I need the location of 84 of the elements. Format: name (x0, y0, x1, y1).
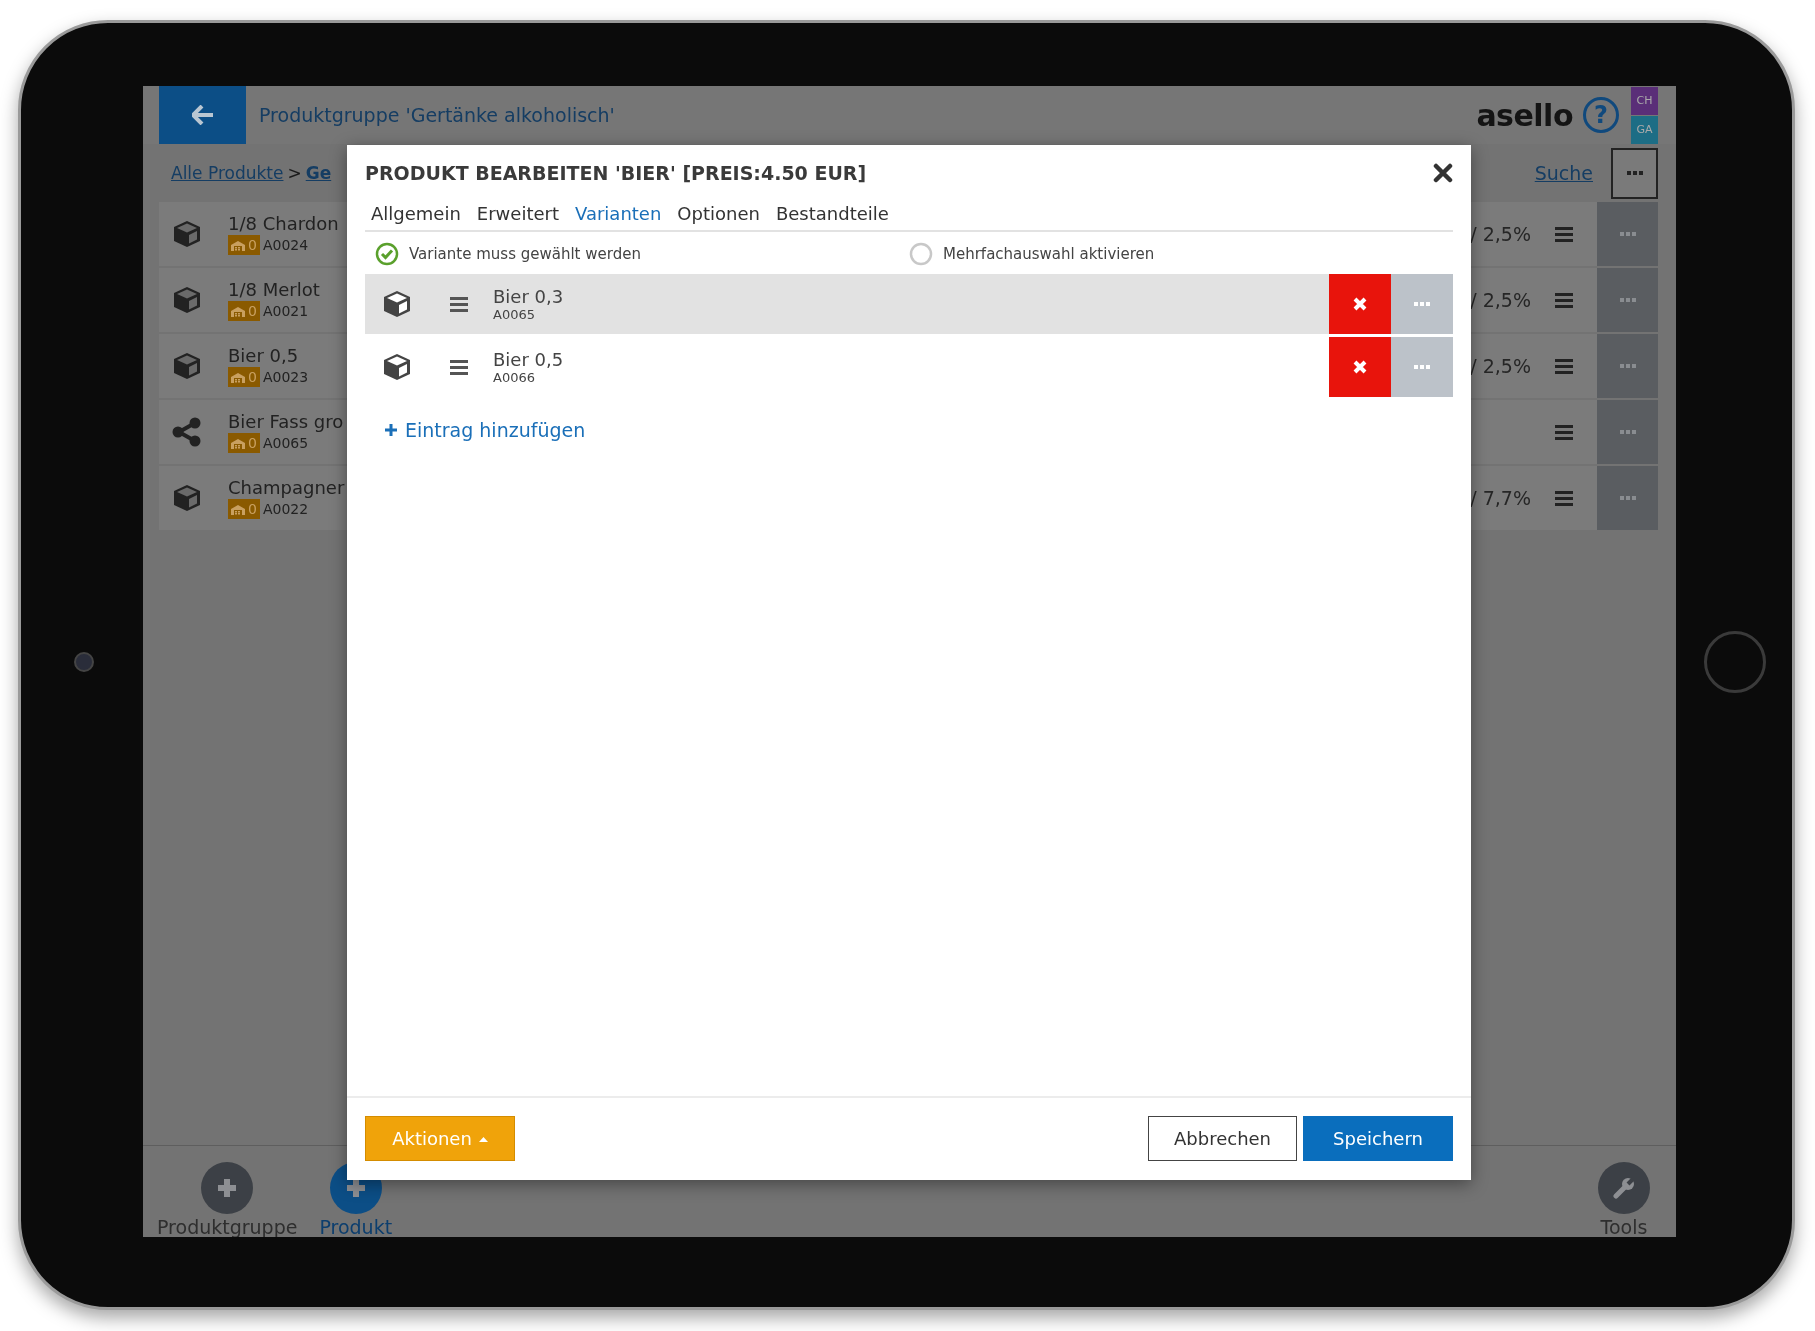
plus-icon (345, 1178, 366, 1198)
product-code: A0024 (262, 237, 309, 253)
product-name: Bier Fass gro (228, 411, 344, 432)
plus-icon (384, 423, 398, 437)
caret-icon (478, 1135, 488, 1142)
plus-icon (217, 1178, 238, 1198)
tab[interactable]: Bestandteile (769, 201, 895, 226)
stock-badge: 0 (228, 499, 260, 519)
tab[interactable]: Allgemein (365, 201, 467, 226)
variant-row[interactable]: Bier 0,3 A0065 (365, 274, 1453, 334)
back-button[interactable] (159, 86, 246, 144)
tax-rate: / 2,5% (1470, 289, 1531, 311)
unchecked-icon[interactable] (909, 242, 933, 266)
cube-icon (173, 352, 201, 380)
product-code: A0021 (262, 303, 309, 319)
variant-code: A0066 (493, 370, 536, 385)
variant-name: Bier 0,5 (493, 349, 564, 370)
stock-badge: 0 (228, 367, 260, 387)
product-name: 1/8 Chardon (228, 213, 339, 234)
page-title: Produktgruppe 'Gertänke alkoholisch' (259, 104, 615, 126)
delete-button[interactable] (1329, 274, 1391, 334)
stock-badge: 0 (228, 235, 260, 255)
drag-handle-icon (450, 296, 468, 312)
drag-handle-icon (1555, 490, 1573, 506)
cube-icon (173, 286, 201, 314)
breadcrumb-separator: > (287, 163, 302, 183)
cube-icon (173, 484, 201, 512)
variant-name: Bier 0,3 (493, 286, 564, 307)
tab[interactable]: Varianten (569, 201, 668, 226)
home-button[interactable] (1704, 630, 1766, 693)
close-icon (1352, 359, 1368, 375)
drag-handle-icon (1555, 424, 1573, 440)
warehouse-icon (231, 503, 245, 515)
cancel-button[interactable]: Abbrechen (1148, 1116, 1297, 1161)
warehouse-icon (231, 305, 245, 317)
tax-rate: / 7,7% (1470, 487, 1531, 509)
camera-icon (74, 651, 94, 672)
save-button[interactable]: Speichern (1303, 1116, 1453, 1161)
cube-icon (173, 220, 201, 248)
ellipsis-icon (1626, 170, 1643, 176)
dialog-title: PRODUKT BEARBEITEN 'BIER' [PREIS:4.50 EUR] (365, 162, 867, 184)
close-icon (1352, 296, 1368, 312)
ellipsis-icon (1619, 430, 1636, 434)
close-icon (1433, 163, 1453, 183)
warehouse-icon (231, 437, 245, 449)
tax-rate: / 2,5% (1470, 355, 1531, 377)
option-label: Mehrfachauswahl aktivieren (943, 245, 1155, 263)
product-code: A0023 (262, 369, 309, 385)
tab[interactable]: Optionen (671, 201, 766, 226)
ellipsis-icon (1619, 496, 1636, 500)
cube-icon (383, 353, 411, 381)
warehouse-icon (231, 371, 245, 383)
product-name: 1/8 Merlot (228, 279, 320, 300)
ellipsis-icon (1619, 298, 1636, 302)
tax-rate: / 2,5% (1470, 223, 1531, 245)
drag-handle-icon (1555, 358, 1573, 374)
warehouse-icon (231, 239, 245, 251)
product-code: A0022 (262, 501, 309, 517)
drag-handle-icon (1555, 292, 1573, 308)
close-button[interactable] (1433, 163, 1453, 183)
option-label: Variante muss gewählt werden (409, 245, 641, 263)
product-code: A0065 (262, 435, 309, 451)
user-tag[interactable]: CH (1631, 86, 1658, 115)
add-entry-link[interactable]: Eintrag hinzufügen (384, 419, 586, 441)
product-name: Champagner (228, 477, 345, 498)
product-name: Bier 0,5 (228, 345, 300, 366)
variant-code: A0065 (493, 307, 536, 322)
checked-icon[interactable] (375, 242, 399, 266)
ellipsis-icon (1414, 302, 1430, 306)
logo: asello (1476, 97, 1573, 133)
more-button[interactable] (1611, 147, 1658, 199)
stock-badge: 0 (228, 301, 260, 321)
delete-button[interactable] (1329, 337, 1391, 397)
back-arrow-icon (191, 105, 214, 125)
wrench-icon (1613, 1177, 1635, 1199)
ellipsis-icon (1619, 232, 1636, 236)
share-icon (172, 417, 202, 447)
cube-icon (383, 290, 411, 318)
stock-badge: 0 (228, 433, 260, 453)
tab[interactable]: Erweitert (470, 201, 565, 226)
drag-handle-icon (450, 359, 468, 375)
drag-handle-icon (1555, 226, 1573, 242)
ellipsis-icon (1414, 365, 1430, 369)
ellipsis-icon (1619, 364, 1636, 368)
